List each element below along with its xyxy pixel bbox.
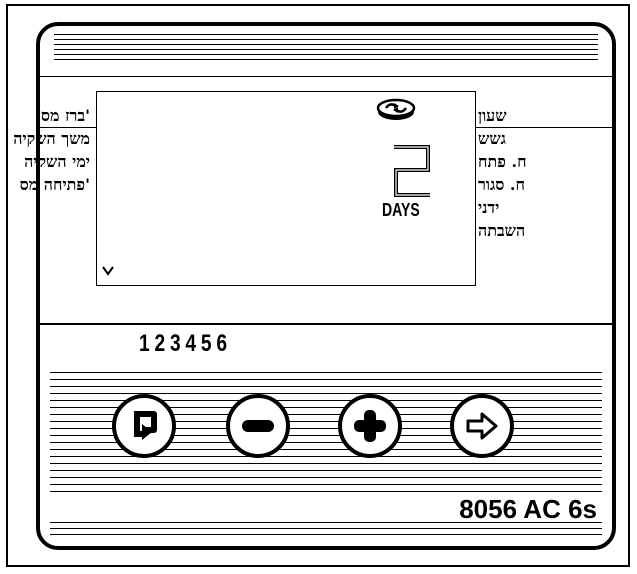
label-valve-number: ברז מס'	[40, 106, 90, 125]
repeat-icon	[134, 411, 157, 440]
label-disable: השבתה	[478, 221, 526, 240]
display-unit: DAYS	[382, 200, 420, 220]
label-irrigation-duration: משך השקיה	[13, 129, 90, 148]
label-irrigation-days: ימי השקיה	[24, 152, 90, 171]
label-manual: ידני	[478, 198, 500, 217]
label-opening-number: פתיחה מס'	[19, 175, 90, 194]
top-decoration-lines	[54, 34, 598, 64]
segment-digit	[394, 145, 430, 197]
left-labels: ברז מס' משך השקיה ימי השקיה פתיחה מס'	[4, 104, 90, 196]
next-button[interactable]	[450, 394, 514, 458]
zone-pointer-icon	[102, 264, 114, 280]
label-close-time: ח. סגור	[478, 175, 525, 194]
arrow-right-icon	[466, 412, 498, 440]
display-value: 2	[388, 143, 436, 201]
right-labels: שעון גשש ח. פתח ח. סגור ידני השבתה	[478, 104, 558, 242]
minus-icon	[242, 420, 274, 432]
plus-icon	[354, 410, 386, 442]
plus-button[interactable]	[338, 394, 402, 458]
panel-divider	[40, 323, 612, 325]
model-label: 8056 AC 6s	[459, 494, 597, 524]
cycle-icon	[376, 98, 416, 120]
label-open-time: ח. פתח	[478, 152, 527, 171]
zone-numbers: 123456	[139, 330, 232, 357]
minus-button[interactable]	[226, 394, 290, 458]
label-sensor: גשש	[478, 129, 506, 148]
repeat-button[interactable]	[112, 394, 176, 458]
label-clock: שעון	[478, 106, 507, 125]
